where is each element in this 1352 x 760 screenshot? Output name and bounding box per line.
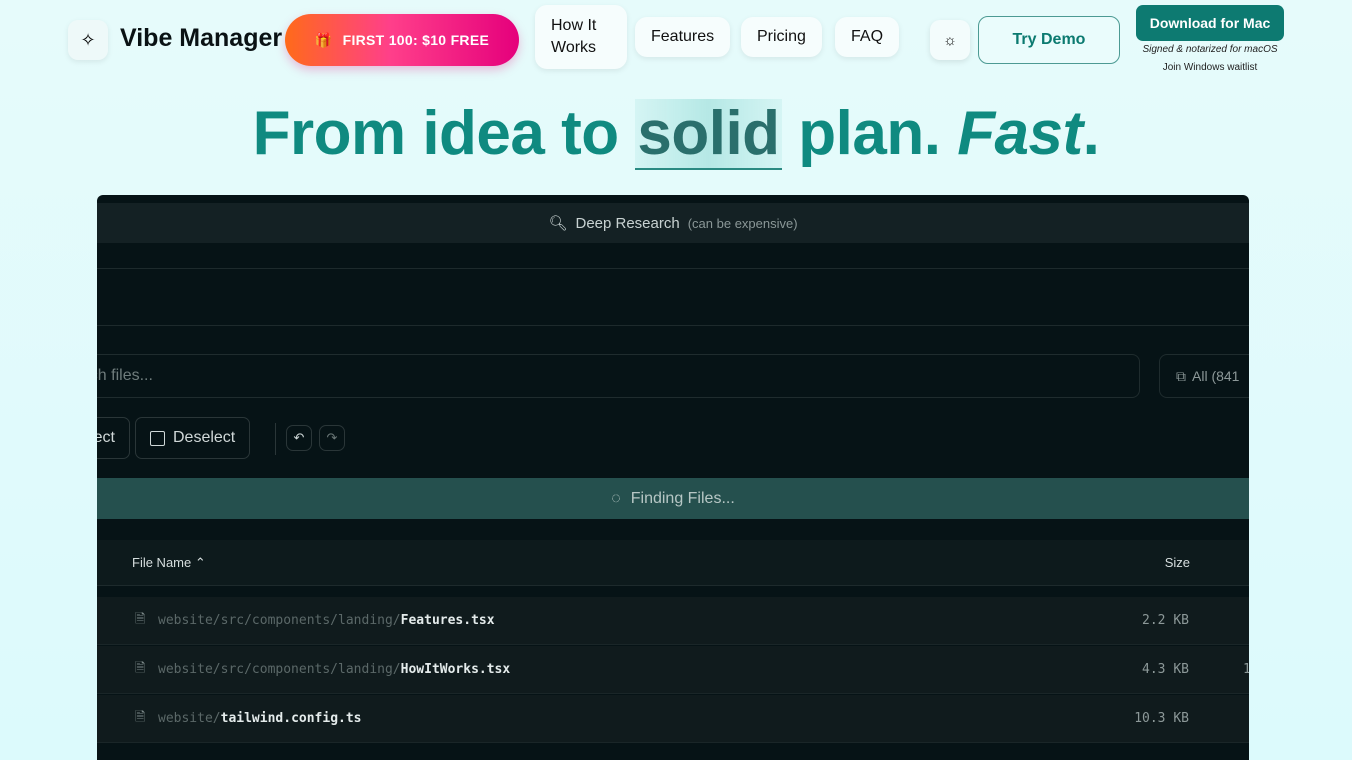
- sort-asc-icon: ⌃: [194, 555, 206, 570]
- column-size[interactable]: Size: [1165, 555, 1190, 570]
- deep-research-button[interactable]: 🔍︎ Deep Research (can be expensive): [97, 203, 1249, 243]
- nav-pricing[interactable]: Pricing: [741, 17, 822, 57]
- select-button[interactable]: Select: [97, 417, 130, 459]
- nav-how-it-works[interactable]: How It Works: [535, 5, 627, 69]
- spinner-icon: ◌: [611, 489, 621, 507]
- app-preview: 🔍︎Deep Research(can be expensive) Search…: [97, 195, 1249, 760]
- divider: [275, 423, 276, 455]
- hero-title: From idea to solid plan. Fast.: [252, 99, 1100, 170]
- nav-features[interactable]: Features: [635, 17, 731, 57]
- divider: [97, 268, 1249, 269]
- divider: [97, 325, 1249, 326]
- signed-note: Signed & notarized for macOS: [1142, 44, 1278, 55]
- table-row[interactable]: 🗎 website/src/components/landing/HowItWor…: [97, 646, 1249, 694]
- logo-sparkle-icon[interactable]: ✧: [68, 20, 108, 60]
- table-header: File Name ⌃ Size: [97, 540, 1249, 586]
- gift-icon: 🎁: [314, 31, 333, 48]
- column-file-name[interactable]: File Name ⌃: [132, 555, 206, 571]
- table-row[interactable]: 🗎 website/tailwind.config.ts 10.3 KB: [97, 695, 1249, 743]
- redo-icon[interactable]: ↷: [319, 425, 345, 451]
- brand-name[interactable]: Vibe Manager: [120, 24, 282, 53]
- table-row[interactable]: 🗎 website/src/components/landing/Features…: [97, 597, 1249, 645]
- file-icon: 🗎: [135, 611, 146, 627]
- theme-toggle-sun-icon[interactable]: ☼: [930, 20, 970, 60]
- try-demo-button[interactable]: Try Demo: [978, 16, 1120, 64]
- finding-files-status: ◌ Finding Files...: [97, 478, 1249, 519]
- file-icon: 🗎: [135, 660, 146, 676]
- promo-button[interactable]: 🎁 FIRST 100: $10 FREE: [285, 14, 519, 66]
- search-icon: 🔍︎: [548, 215, 568, 232]
- deselect-button[interactable]: Deselect: [135, 417, 251, 459]
- file-icon: 🗎: [135, 709, 146, 725]
- nav-faq[interactable]: FAQ: [835, 17, 900, 57]
- copy-icon: ⧉: [1176, 367, 1186, 384]
- search-files-input[interactable]: Search files...: [97, 354, 1140, 398]
- filter-all-button[interactable]: ⧉ All (841: [1159, 354, 1249, 398]
- hero-highlight: solid: [635, 99, 782, 170]
- undo-icon[interactable]: ↶: [286, 425, 312, 451]
- windows-waitlist-link[interactable]: Join Windows waitlist: [1136, 62, 1284, 73]
- checkbox-icon: [150, 430, 165, 446]
- download-mac-button[interactable]: Download for Mac: [1136, 5, 1284, 41]
